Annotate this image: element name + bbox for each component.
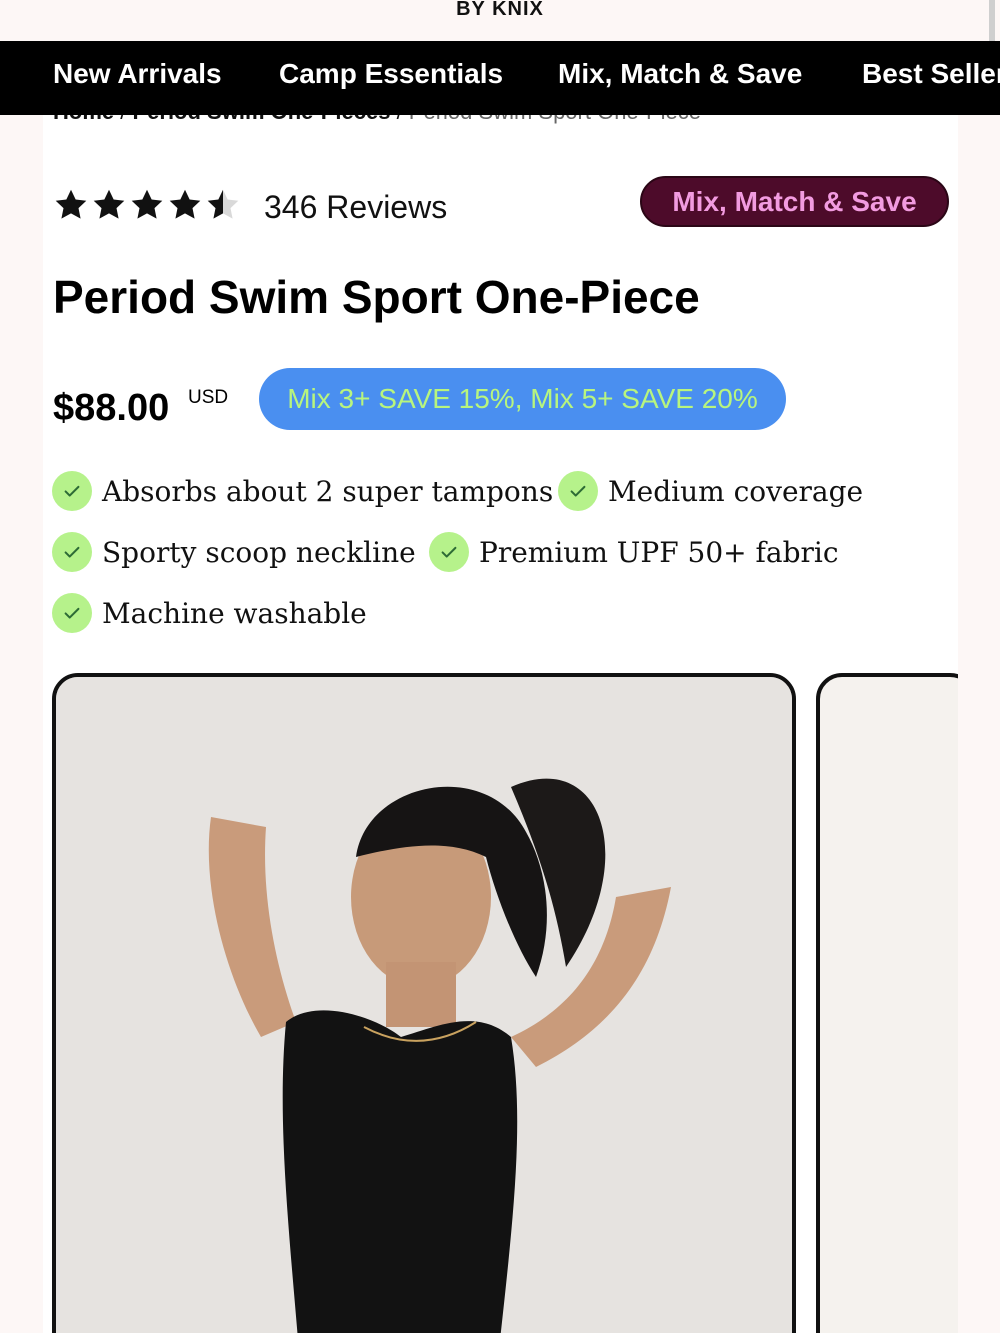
- product-image-next[interactable]: [816, 673, 958, 1333]
- bundle-discount-badge[interactable]: Mix 3+ SAVE 15%, Mix 5+ SAVE 20%: [259, 368, 786, 430]
- feature-item: Medium coverage: [558, 471, 863, 511]
- breadcrumb-current: Period Swim Sport One-Piece: [409, 115, 701, 124]
- feature-label: Premium UPF 50+ fabric: [479, 535, 839, 569]
- nav-best-sellers[interactable]: Best Sellers: [862, 58, 1000, 90]
- feature-item: Machine washable: [52, 593, 367, 633]
- feature-label: Sporty scoop neckline: [102, 535, 416, 569]
- brand-logo[interactable]: BY KNIX: [0, 0, 1000, 21]
- feature-label: Machine washable: [102, 596, 367, 630]
- feature-item: Premium UPF 50+ fabric: [429, 532, 839, 572]
- scrollbar[interactable]: [989, 0, 995, 42]
- currency-label: USD: [188, 387, 229, 408]
- nav-mix-match-save[interactable]: Mix, Match & Save: [558, 58, 802, 90]
- reviews-link[interactable]: 346 Reviews: [264, 189, 447, 226]
- feature-item: Absorbs about 2 super tampons: [52, 471, 553, 511]
- main-nav: New Arrivals Camp Essentials Mix, Match …: [0, 41, 1000, 115]
- breadcrumb-home[interactable]: Home: [53, 115, 114, 124]
- half-star-icon: [207, 189, 239, 219]
- feature-item: Sporty scoop neckline: [52, 532, 416, 572]
- breadcrumb: Home / Period Swim One-Pieces / Period S…: [53, 115, 701, 125]
- nav-new-arrivals[interactable]: New Arrivals: [53, 58, 222, 90]
- product-image-main[interactable]: [52, 673, 796, 1333]
- check-icon: [558, 471, 598, 511]
- model-photo: [56, 677, 792, 1333]
- feature-label: Medium coverage: [608, 474, 864, 508]
- breadcrumb-collection[interactable]: Period Swim One-Pieces: [132, 115, 390, 124]
- product-price: $88.00: [53, 387, 170, 429]
- star-icon: [55, 189, 87, 219]
- feature-label: Absorbs about 2 super tampons: [102, 474, 554, 508]
- star-icon: [131, 189, 163, 219]
- mix-match-save-badge[interactable]: Mix, Match & Save: [640, 176, 949, 227]
- star-icon: [93, 189, 125, 219]
- product-content: Home / Period Swim One-Pieces / Period S…: [43, 115, 958, 1333]
- nav-camp-essentials[interactable]: Camp Essentials: [279, 58, 503, 90]
- check-icon: [429, 532, 469, 572]
- star-rating[interactable]: [53, 187, 241, 223]
- product-title: Period Swim Sport One-Piece: [53, 271, 700, 323]
- check-icon: [52, 471, 92, 511]
- check-icon: [52, 532, 92, 572]
- star-icon: [169, 189, 201, 219]
- top-bar: BY KNIX: [0, 0, 1000, 42]
- check-icon: [52, 593, 92, 633]
